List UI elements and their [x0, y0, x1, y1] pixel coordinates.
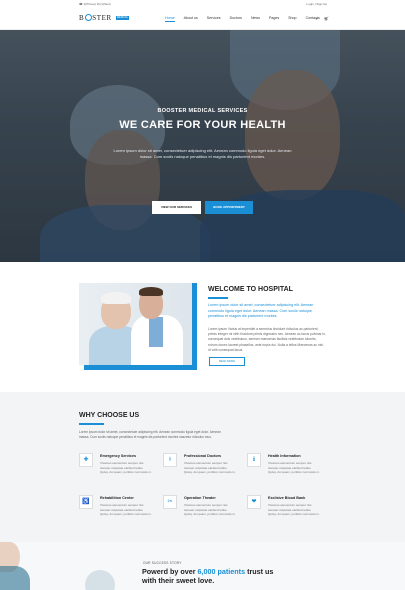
title-underline	[208, 297, 228, 299]
auth-links[interactable]: Login | Sign Up	[307, 2, 327, 6]
story-title: Powerd by over 6,000 patients trust us w…	[142, 567, 282, 585]
hero-title: WE CARE FOR YOUR HEALTH	[119, 119, 286, 131]
why-text: Lorem ipsum dolor sit amet, consectetuer…	[79, 430, 221, 439]
feature-title: Rehabilition Center	[100, 496, 134, 500]
cart-icon[interactable]: 🛒︎	[324, 16, 329, 21]
logo-text: STER	[92, 14, 112, 22]
story-photo-shape	[85, 570, 115, 590]
search-icon[interactable]: ⌕	[316, 16, 318, 21]
hero-text: Lorem ipsum dolor sit amet, consectetuer…	[113, 148, 292, 159]
contact-info: ☎ 1(Phone) 2(C)(Next)	[79, 2, 111, 6]
story-highlight: 6,000 patients	[197, 567, 246, 576]
read-more-button[interactable]: READ MORE	[209, 357, 245, 366]
blood-bank-icon: ❤	[247, 495, 261, 509]
nav-shop[interactable]: Shop	[288, 16, 296, 22]
image-shape	[139, 287, 163, 296]
nav-pages[interactable]: Pages	[269, 16, 279, 22]
feature-desc: Vivamus elementum semper nisi. Aenean vu…	[100, 503, 152, 517]
feature-title: Operation Theater	[184, 496, 216, 500]
view-services-button[interactable]: VIEW OUR SERVICES	[152, 201, 201, 214]
logo-tag: MEDICAL	[116, 16, 129, 20]
doctor-icon: ⚕	[163, 453, 177, 467]
book-appointment-button[interactable]: BOOK APPOINTMENT	[205, 201, 253, 214]
nav-home[interactable]: Home	[165, 16, 175, 22]
title-underline	[79, 423, 104, 425]
info-icon: ℹ	[247, 453, 261, 467]
hero-overlay	[0, 30, 405, 262]
feature-title: Exclisive Blood Bank	[268, 496, 306, 500]
about-title: WELCOME TO HOSPITAL	[208, 286, 293, 293]
story-title-part: Powerd by over	[142, 567, 198, 576]
nav-about[interactable]: About us	[184, 16, 198, 22]
feature-title: Emergency Services	[100, 454, 137, 458]
feature-desc: Vivamus elementum semper nisi. Aenean vu…	[100, 461, 152, 475]
feature-desc: Vivamus elementum semper nisi. Aenean vu…	[268, 503, 320, 517]
contact-text: ☎ 1(Phone) 2(C)(Next)	[79, 2, 111, 6]
feature-desc: Vivamus elementum semper nisi. Aenean vu…	[184, 503, 236, 517]
nav-services[interactable]: Services	[207, 16, 221, 22]
feature-desc: Vivamus elementum semper nisi. Aenean vu…	[184, 461, 236, 475]
why-title: WHY CHOOSE US	[79, 412, 140, 419]
operation-icon: ✂	[163, 495, 177, 509]
nav-doctors[interactable]: Doctors	[230, 16, 242, 22]
nav-news[interactable]: News	[251, 16, 260, 22]
about-body-text: Lorem ipsum Varius at imperdiet a senect…	[208, 327, 327, 352]
feature-title: Professional Doctors	[184, 454, 222, 458]
about-lead-text: Lorem ipsum dolor sit amet, consectetuer…	[208, 303, 314, 319]
hero-subtitle: BOOSTER MEDICAL SERVICES	[157, 108, 248, 114]
image-shape	[149, 317, 163, 347]
top-bar: ☎ 1(Phone) 2(C)(Next) Login | Sign Up	[0, 0, 405, 8]
site-header: B STER MEDICAL Home About us Services Doc…	[0, 8, 405, 30]
success-story-section: OUR SUCCESS STORY Powerd by over 6,000 p…	[0, 542, 405, 590]
logo-letter: B	[79, 14, 85, 22]
feature-desc: Vivamus elementum semper nisi. Aenean vu…	[268, 461, 320, 475]
main-nav: Home About us Services Doctors News Page…	[165, 16, 320, 22]
story-photo-shape	[0, 566, 30, 590]
rehab-icon: ♿	[79, 495, 93, 509]
story-label: OUR SUCCESS STORY	[143, 561, 182, 565]
logo[interactable]: B STER	[79, 14, 112, 22]
header-icons: ⌕ 🛒︎	[316, 16, 329, 21]
about-image	[79, 283, 192, 365]
hero-banner: BOOSTER MEDICAL SERVICES WE CARE FOR YOU…	[0, 30, 405, 262]
ambulance-icon: ✚	[79, 453, 93, 467]
image-shape	[101, 292, 131, 304]
feature-title: Health Information	[268, 454, 301, 458]
why-choose-us-section: WHY CHOOSE US Lorem ipsum dolor sit amet…	[0, 392, 405, 542]
logo-circle-icon	[84, 14, 92, 21]
